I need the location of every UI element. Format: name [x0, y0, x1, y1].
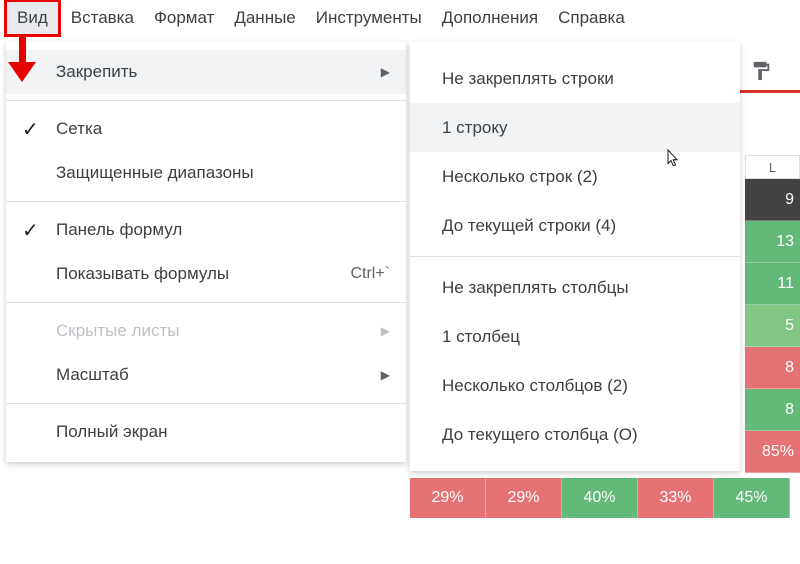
column-header[interactable]: L: [745, 155, 800, 179]
submenu-item-upto-row[interactable]: До текущей строки (4): [410, 201, 740, 250]
submenu-item-no-cols[interactable]: Не закреплять столбцы: [410, 263, 740, 312]
menubar-item-addons[interactable]: Дополнения: [432, 2, 548, 34]
menu-item-label: До текущей строки (4): [442, 216, 616, 236]
menu-item-label: 1 столбец: [442, 327, 520, 347]
spreadsheet-row: 29% 29% 40% 33% 45%: [410, 478, 790, 518]
menu-item-protected-ranges[interactable]: Защищенные диапазоны: [6, 151, 406, 195]
menubar-item-insert[interactable]: Вставка: [61, 2, 144, 34]
menu-item-grid[interactable]: ✓ Сетка: [6, 107, 406, 151]
view-menu-dropdown: Закрепить ▶ ✓ Сетка Защищенные диапазоны…: [6, 42, 406, 462]
menu-separator: [6, 201, 406, 202]
menu-item-label: Закрепить: [56, 62, 137, 82]
sheet-cell[interactable]: 8: [745, 389, 800, 431]
submenu-arrow-icon: ▶: [381, 65, 390, 79]
annotation-arrow-head: [8, 62, 36, 82]
menu-shortcut: Ctrl+`: [350, 265, 390, 283]
menu-item-label: Несколько строк (2): [442, 167, 598, 187]
check-icon: ✓: [22, 218, 39, 243]
submenu-item-several-cols[interactable]: Несколько столбцов (2): [410, 361, 740, 410]
submenu-item-no-rows[interactable]: Не закреплять строки: [410, 54, 740, 103]
menu-item-label: Не закреплять столбцы: [442, 278, 629, 298]
sheet-cell[interactable]: 85%: [745, 431, 800, 473]
menu-separator: [6, 403, 406, 404]
menu-item-label: 1 строку: [442, 118, 508, 138]
menubar: Вид Вставка Формат Данные Инструменты До…: [0, 0, 800, 36]
menu-separator: [6, 100, 406, 101]
sheet-cell[interactable]: 9: [745, 179, 800, 221]
menu-item-label: До текущего столбца (O): [442, 425, 638, 445]
submenu-arrow-icon: ▶: [381, 368, 390, 382]
menu-separator: [410, 256, 740, 257]
submenu-item-upto-col[interactable]: До текущего столбца (O): [410, 410, 740, 459]
sheet-cell[interactable]: 45%: [714, 478, 790, 518]
menu-item-hidden-sheets: Скрытые листы ▶: [6, 309, 406, 353]
menu-item-label: Защищенные диапазоны: [56, 163, 254, 183]
menu-item-label: Скрытые листы: [56, 321, 180, 341]
sheet-cell[interactable]: 11: [745, 263, 800, 305]
menubar-item-view[interactable]: Вид: [4, 0, 61, 37]
submenu-arrow-icon: ▶: [381, 324, 390, 338]
red-underline: [740, 90, 800, 93]
menu-item-fullscreen[interactable]: Полный экран: [6, 410, 406, 454]
menu-item-label: Показывать формулы: [56, 264, 229, 284]
menu-item-label: Несколько столбцов (2): [442, 376, 628, 396]
sheet-cell[interactable]: 5: [745, 305, 800, 347]
menu-item-label: Сетка: [56, 119, 102, 139]
sheet-cell[interactable]: 33%: [638, 478, 714, 518]
menu-item-show-formulas[interactable]: Показывать формулы Ctrl+`: [6, 252, 406, 296]
menubar-item-tools[interactable]: Инструменты: [306, 2, 432, 34]
sheet-cell[interactable]: 29%: [410, 478, 486, 518]
sheet-cell[interactable]: 8: [745, 347, 800, 389]
menu-item-label: Масштаб: [56, 365, 129, 385]
menubar-item-format[interactable]: Формат: [144, 2, 224, 34]
paint-format-icon[interactable]: [750, 60, 772, 86]
sheet-cell[interactable]: 13: [745, 221, 800, 263]
menu-item-label: Полный экран: [56, 422, 167, 442]
check-icon: ✓: [22, 117, 39, 142]
menu-item-formula-bar[interactable]: ✓ Панель формул: [6, 208, 406, 252]
submenu-item-one-col[interactable]: 1 столбец: [410, 312, 740, 361]
sheet-cell[interactable]: 40%: [562, 478, 638, 518]
submenu-item-several-rows[interactable]: Несколько строк (2): [410, 152, 740, 201]
menu-item-label: Не закреплять строки: [442, 69, 614, 89]
menu-item-label: Панель формул: [56, 220, 182, 240]
sheet-cell[interactable]: 29%: [486, 478, 562, 518]
spreadsheet-column: L 9 13 11 5 8 8 85%: [745, 155, 800, 473]
menu-separator: [6, 302, 406, 303]
freeze-submenu: Не закреплять строки 1 строку Несколько …: [410, 42, 740, 471]
menubar-item-data[interactable]: Данные: [224, 2, 305, 34]
menubar-item-help[interactable]: Справка: [548, 2, 635, 34]
menu-item-freeze[interactable]: Закрепить ▶: [6, 50, 406, 94]
submenu-item-one-row[interactable]: 1 строку: [410, 103, 740, 152]
cursor-pointer-icon: [662, 148, 680, 175]
menu-item-zoom[interactable]: Масштаб ▶: [6, 353, 406, 397]
